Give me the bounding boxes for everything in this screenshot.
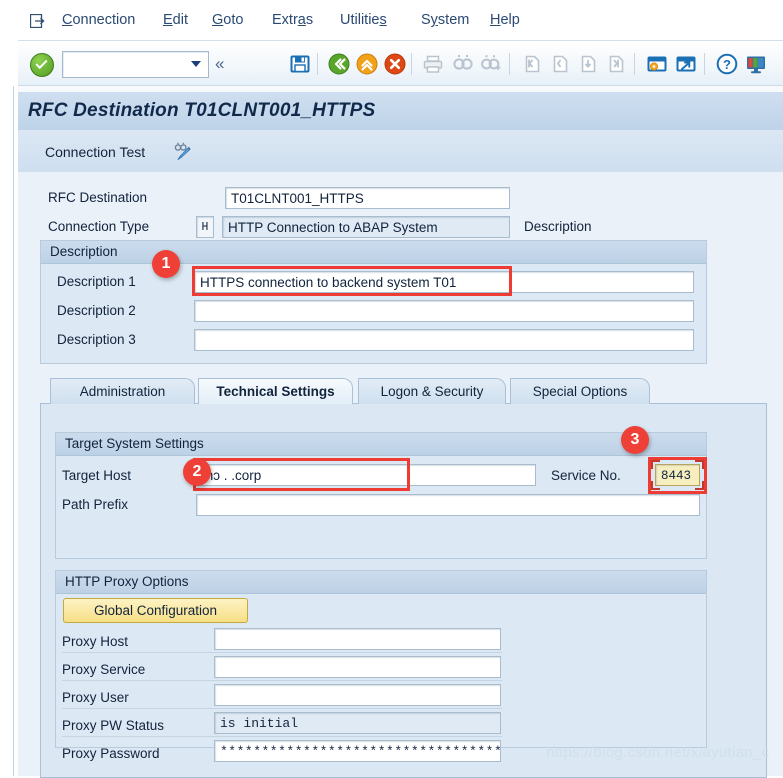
proxy-password-field[interactable]: ********************************** xyxy=(214,740,501,762)
description-group-header: Description xyxy=(41,241,706,264)
connection-type-suffix-label: Description xyxy=(524,219,592,234)
page-title: RFC Destination T01CLNT001_HTTPS xyxy=(28,100,376,121)
create-session-icon[interactable] xyxy=(645,52,669,76)
toolbar-separator xyxy=(411,53,412,75)
proxy-user-field[interactable] xyxy=(214,684,501,706)
target-system-group-header: Target System Settings xyxy=(56,433,706,456)
path-prefix-field[interactable] xyxy=(196,494,700,516)
tab-strip: Administration Technical Settings Logon … xyxy=(40,378,765,404)
target-host-field[interactable]: mɔ . .corp xyxy=(196,464,536,486)
system-menu-icon[interactable] xyxy=(29,13,45,29)
description-2-field[interactable] xyxy=(194,300,694,322)
row-separator xyxy=(62,736,502,737)
menu-item-goto[interactable]: Goto xyxy=(212,12,243,28)
rfc-destination-label: RFC Destination xyxy=(48,190,148,205)
proxy-group-title: HTTP Proxy Options xyxy=(65,574,189,589)
connection-type-code-field: H xyxy=(196,216,214,238)
proxy-service-field[interactable] xyxy=(214,656,501,678)
menu-item-help[interactable]: Help xyxy=(490,12,520,28)
tab-special-options[interactable]: Special Options xyxy=(510,378,650,404)
previous-page-icon[interactable] xyxy=(548,52,572,76)
tab-administration[interactable]: Administration xyxy=(50,378,195,404)
connection-type-value-field: HTTP Connection to ABAP System xyxy=(222,216,510,238)
proxy-group-header: HTTP Proxy Options xyxy=(56,571,706,594)
row-separator xyxy=(62,680,502,681)
connection-type-label: Connection Type xyxy=(48,219,150,234)
toolbar-separator xyxy=(704,53,705,75)
create-shortcut-icon[interactable] xyxy=(674,52,698,76)
target-system-group-title: Target System Settings xyxy=(65,436,204,451)
menu-item-extras[interactable]: Extras xyxy=(272,12,313,28)
customize-local-layout-icon[interactable] xyxy=(744,52,768,76)
double-chevron-left-icon[interactable]: « xyxy=(215,54,224,74)
window-left-border xyxy=(13,86,14,776)
proxy-service-label: Proxy Service xyxy=(62,662,146,677)
global-configuration-button[interactable]: Global Configuration xyxy=(63,598,248,623)
window-left-rail xyxy=(0,0,18,776)
toolbar-separator xyxy=(634,53,635,75)
menu-item-edit[interactable]: Edit xyxy=(163,12,188,28)
proxy-password-label: Proxy Password xyxy=(62,746,160,761)
row-separator xyxy=(62,708,502,709)
tab-logon-security[interactable]: Logon & Security xyxy=(358,378,506,404)
exit-icon[interactable] xyxy=(355,52,379,76)
toolbar-separator xyxy=(317,53,318,75)
toolbar-separator xyxy=(509,53,510,75)
annotation-badge-3: 3 xyxy=(621,426,649,454)
green-check-enter-icon[interactable] xyxy=(30,53,54,77)
tab-technical-settings[interactable]: Technical Settings xyxy=(198,378,353,404)
proxy-user-label: Proxy User xyxy=(62,690,129,705)
save-icon[interactable] xyxy=(288,52,312,76)
row-separator xyxy=(62,652,502,653)
description-3-label: Description 3 xyxy=(57,332,136,347)
annotation-badge-1: 1 xyxy=(152,250,180,278)
rfc-destination-field[interactable]: T01CLNT001_HTTPS xyxy=(225,187,510,209)
find-next-icon[interactable] xyxy=(479,52,503,76)
next-page-icon[interactable] xyxy=(576,52,600,76)
sap-gui-window: Connection Edit Goto Extras Utilities Sy… xyxy=(0,0,783,778)
service-no-field[interactable]: 8443 xyxy=(655,464,700,486)
annotation-badge-2: 2 xyxy=(183,458,211,486)
menu-item-connection[interactable]: Connection xyxy=(62,12,135,28)
proxy-pw-status-label: Proxy PW Status xyxy=(62,718,165,733)
description-1-field[interactable]: HTTPS connection to backend system T01 xyxy=(194,271,694,293)
command-input[interactable] xyxy=(66,55,190,74)
proxy-host-label: Proxy Host xyxy=(62,634,129,649)
watermark: https://blog.csdn.net/xiayutian_c xyxy=(546,744,770,761)
description-3-field[interactable] xyxy=(194,329,694,351)
path-prefix-label: Path Prefix xyxy=(62,497,129,512)
target-host-label: Target Host xyxy=(62,468,132,483)
proxy-pw-status-field: is initial xyxy=(214,712,501,734)
toolbar-bottom-border xyxy=(18,85,783,86)
command-field[interactable] xyxy=(62,51,209,78)
menu-item-utilities[interactable]: Utilities xyxy=(340,12,387,28)
description-group-title: Description xyxy=(50,244,118,259)
binoculars-pencil-icon[interactable] xyxy=(172,141,194,163)
proxy-host-field[interactable] xyxy=(214,628,501,650)
back-icon[interactable] xyxy=(327,52,351,76)
help-icon[interactable]: ? xyxy=(715,52,739,76)
description-1-label: Description 1 xyxy=(57,274,136,289)
description-2-label: Description 2 xyxy=(57,303,136,318)
svg-text:?: ? xyxy=(723,57,731,72)
menu-bar: Connection Edit Goto Extras Utilities Sy… xyxy=(0,0,783,40)
find-icon[interactable] xyxy=(451,52,475,76)
connection-test-label[interactable]: Connection Test xyxy=(45,144,145,160)
menu-item-system[interactable]: System xyxy=(421,12,469,28)
last-page-icon[interactable] xyxy=(604,52,628,76)
service-no-label: Service No. xyxy=(551,468,621,483)
print-icon[interactable] xyxy=(421,52,445,76)
chevron-down-icon[interactable] xyxy=(191,61,201,67)
first-page-icon[interactable] xyxy=(520,52,544,76)
cancel-icon[interactable] xyxy=(383,52,407,76)
